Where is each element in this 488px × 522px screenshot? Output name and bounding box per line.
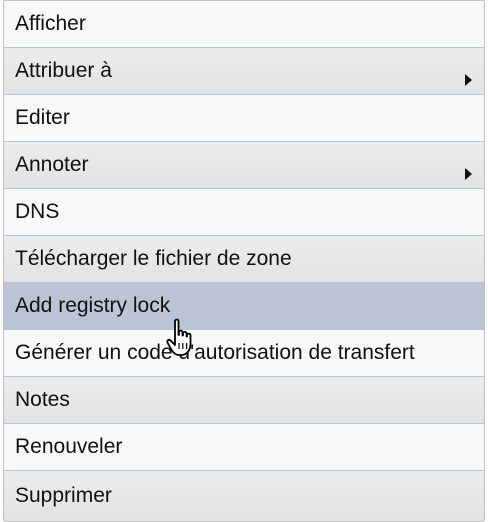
menu-item-label: Afficher xyxy=(15,12,86,35)
menu-item-label: Add registry lock xyxy=(15,294,171,317)
menu-item-label: Editer xyxy=(15,106,70,129)
menu-item-label: DNS xyxy=(15,200,60,223)
menu-item-renouveler[interactable]: Renouveler xyxy=(4,424,484,471)
menu-item-add-registry-lock[interactable]: Add registry lock xyxy=(4,283,484,330)
submenu-arrow-icon xyxy=(465,74,472,86)
menu-item-dns[interactable]: DNS xyxy=(4,189,484,236)
submenu-arrow-icon xyxy=(465,168,472,180)
menu-item-label: Renouveler xyxy=(15,435,123,458)
menu-item-telecharger-zone[interactable]: Télécharger le fichier de zone xyxy=(4,236,484,283)
menu-item-label: Annoter xyxy=(15,153,89,176)
menu-item-editer[interactable]: Editer xyxy=(4,95,484,142)
context-menu: Afficher Attribuer à Editer Annoter DNS … xyxy=(3,0,485,522)
menu-item-annoter[interactable]: Annoter xyxy=(4,142,484,189)
menu-item-label: Télécharger le fichier de zone xyxy=(15,247,292,270)
menu-item-notes[interactable]: Notes xyxy=(4,377,484,424)
menu-item-supprimer[interactable]: Supprimer xyxy=(4,471,484,521)
menu-item-label: Générer un code d'autorisation de transf… xyxy=(15,341,415,364)
menu-item-label: Attribuer à xyxy=(15,59,112,82)
menu-item-generer-code-transfert[interactable]: Générer un code d'autorisation de transf… xyxy=(4,330,484,377)
menu-item-afficher[interactable]: Afficher xyxy=(4,1,484,48)
menu-item-attribuer[interactable]: Attribuer à xyxy=(4,48,484,95)
menu-item-label: Supprimer xyxy=(15,484,112,507)
menu-item-label: Notes xyxy=(15,388,70,411)
